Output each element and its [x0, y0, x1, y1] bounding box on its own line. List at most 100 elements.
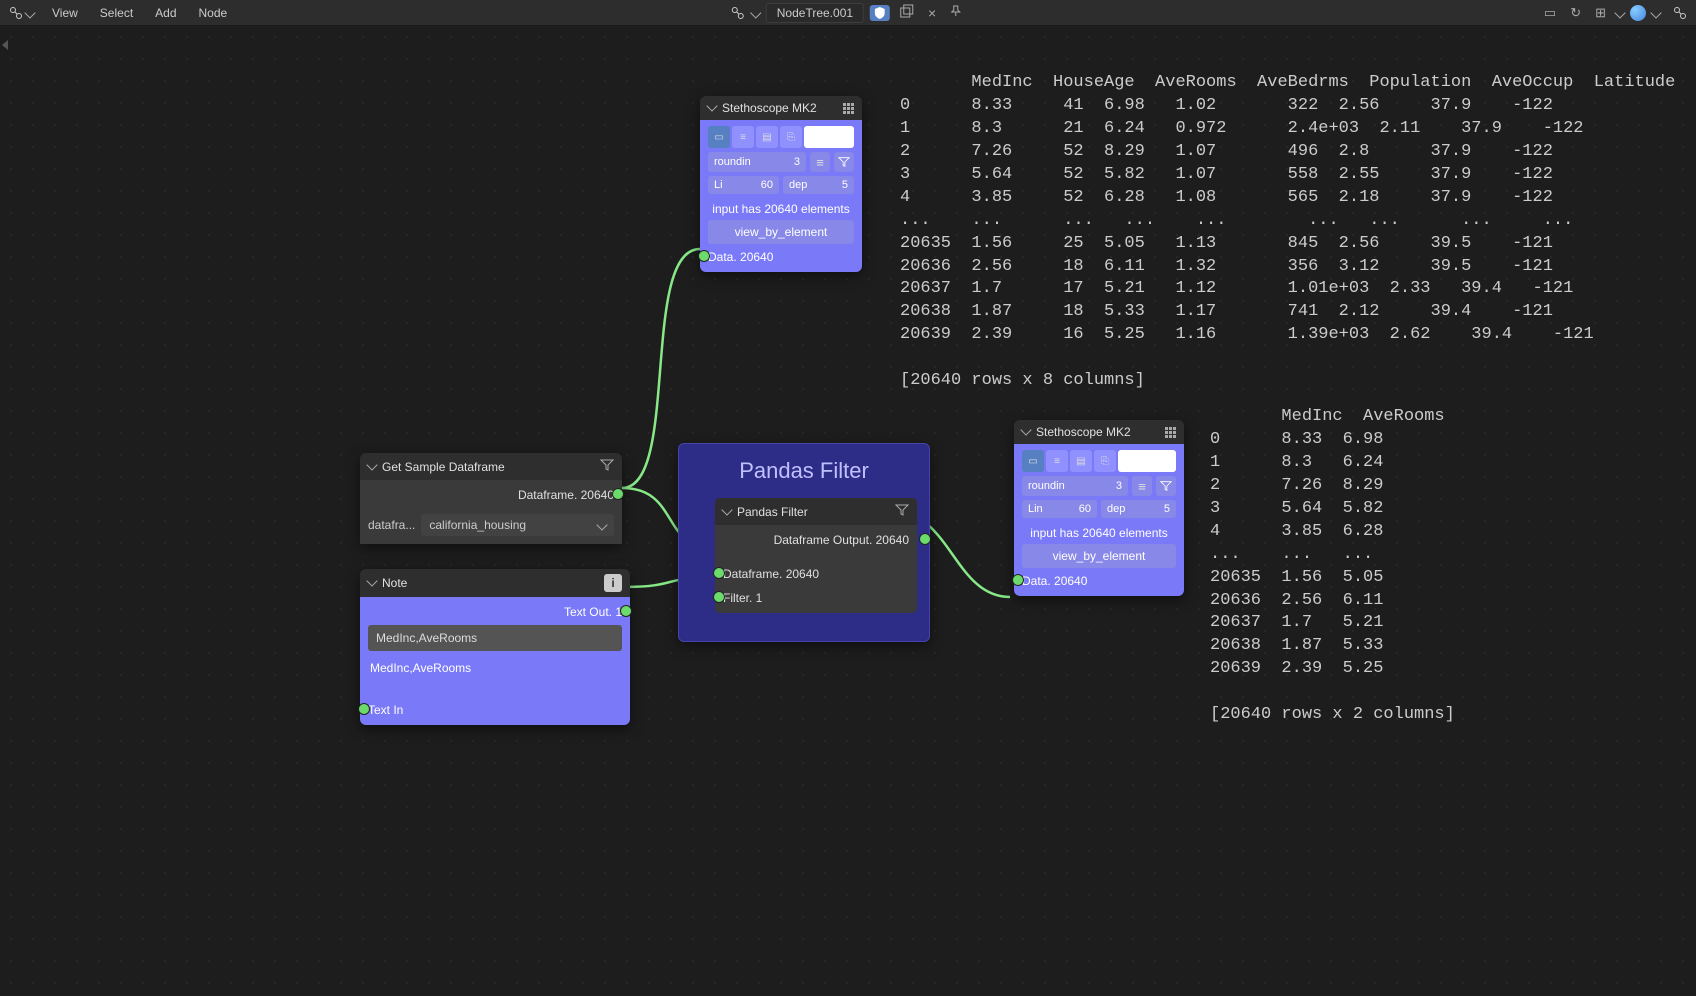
color-input[interactable] — [1118, 450, 1176, 472]
chevron-down-icon — [24, 7, 35, 18]
mode-panel-icon[interactable]: ▤ — [756, 126, 778, 148]
node-header[interactable]: Note i — [360, 569, 630, 597]
node-body: ▭ ≡ ▤ ⎘ roundin3 ≡ Lin60 dep5 input has … — [1014, 444, 1184, 596]
editor-type-dropdown[interactable] — [8, 5, 34, 21]
mode-list-icon[interactable]: ≡ — [732, 126, 754, 148]
node-frame-pandas-filter[interactable]: Pandas Filter Pandas Filter Dataframe Ou… — [678, 443, 930, 642]
node-header[interactable]: Get Sample Dataframe — [360, 453, 622, 480]
fake-user-shield[interactable] — [870, 5, 890, 21]
info-icon[interactable]: i — [604, 574, 622, 592]
mode-panel-icon[interactable]: ▤ — [1070, 450, 1092, 472]
menu-select[interactable]: Select — [90, 2, 143, 24]
input-socket-row: Dataframe. 20640 — [723, 565, 909, 583]
node-stethoscope-1[interactable]: Stethoscope MK2 ▭ ≡ ▤ ⎘ roundin3 ≡ Li60 … — [700, 96, 862, 272]
dataframe-overlay-1: MedInc HouseAge AveRooms AveBedrms Popul… — [900, 72, 1696, 393]
output-socket[interactable] — [919, 533, 931, 545]
input-socket-row: Data. 20640 — [1022, 572, 1176, 590]
chevron-down-icon[interactable] — [1650, 7, 1661, 18]
chevron-down-icon[interactable] — [366, 575, 377, 586]
pin-button[interactable] — [946, 3, 966, 22]
node-editor-icon — [8, 5, 24, 21]
filter-icon[interactable] — [895, 503, 909, 520]
depth-field[interactable]: dep5 — [783, 176, 854, 194]
mode-monitor-icon[interactable]: ▭ — [1022, 450, 1044, 472]
property-row: datafra... california_housing — [368, 512, 614, 538]
node-header[interactable]: Pandas Filter — [715, 498, 917, 525]
chevron-down-icon[interactable] — [750, 7, 761, 18]
input-label: Data. 20640 — [1022, 574, 1087, 588]
menu-node[interactable]: Node — [189, 2, 238, 24]
filter-icon[interactable] — [834, 152, 854, 172]
node-title: Get Sample Dataframe — [382, 460, 505, 474]
output-label: Dataframe Output. 20640 — [774, 533, 909, 547]
node-body: ▭ ≡ ▤ ⎘ roundin3 ≡ Li60 dep5 input has 2… — [700, 120, 862, 272]
mode-monitor-icon[interactable]: ▭ — [708, 126, 730, 148]
mode-link-icon[interactable]: ⎘ — [1094, 450, 1116, 472]
param-row: roundin3 ≡ — [1022, 476, 1176, 496]
input-label: Dataframe. 20640 — [723, 567, 819, 581]
output-label: Text Out. 1 — [564, 605, 622, 619]
select-tool-icon[interactable]: ▭ — [1540, 3, 1560, 23]
view-by-element-button[interactable]: view_by_element — [708, 220, 854, 244]
nodetree-name-field[interactable]: NodeTree.001 — [766, 3, 864, 23]
dropdown-value: california_housing — [429, 518, 526, 532]
info-text: input has 20640 elements — [708, 198, 854, 220]
node-editor-icon[interactable] — [1672, 5, 1688, 21]
lines-field[interactable]: Lin60 — [1022, 500, 1097, 518]
node-header[interactable]: Stethoscope MK2 — [1014, 420, 1184, 444]
filter-icon[interactable] — [1156, 476, 1176, 496]
node-pandas-filter[interactable]: Pandas Filter Dataframe Output. 20640 Da… — [715, 498, 917, 613]
grid-icon[interactable] — [1165, 427, 1176, 438]
roundin-field[interactable]: roundin3 — [1022, 476, 1128, 496]
input-label: Text In — [368, 703, 403, 717]
duplicate-icon — [900, 4, 914, 18]
output-socket[interactable] — [612, 488, 624, 500]
mode-list-icon[interactable]: ≡ — [1046, 450, 1068, 472]
input-socket[interactable] — [1012, 574, 1024, 586]
filter-icon[interactable] — [600, 458, 614, 475]
chevron-down-icon[interactable] — [1020, 424, 1031, 435]
input-socket[interactable] — [713, 591, 725, 603]
grid-icon[interactable] — [843, 103, 854, 114]
chevron-down-icon[interactable] — [721, 504, 732, 515]
frame-title: Pandas Filter — [679, 444, 929, 498]
refresh-icon[interactable]: ↻ — [1566, 3, 1585, 23]
output-socket-row: Text Out. 1 — [368, 603, 622, 621]
note-text-input[interactable]: MedInc,AveRooms — [368, 625, 622, 651]
output-socket[interactable] — [620, 605, 632, 617]
pin-icon — [950, 5, 962, 17]
depth-field[interactable]: dep5 — [1101, 500, 1176, 518]
node-get-sample-dataframe[interactable]: Get Sample Dataframe Dataframe. 20640 da… — [360, 453, 622, 544]
view-by-element-button[interactable]: view_by_element — [1022, 544, 1176, 568]
output-label: Dataframe. 20640 — [518, 488, 614, 502]
nodetree-icon — [730, 5, 746, 21]
roundin-field[interactable]: roundin3 — [708, 152, 806, 172]
shading-sphere-icon[interactable] — [1630, 5, 1646, 21]
snap-icon[interactable]: ⊞ — [1591, 3, 1610, 23]
new-nodetree-button[interactable] — [896, 2, 918, 23]
node-header[interactable]: Stethoscope MK2 — [700, 96, 862, 120]
unlink-button[interactable]: × — [924, 3, 940, 23]
chevron-down-icon[interactable] — [1614, 7, 1625, 18]
input-socket[interactable] — [713, 567, 725, 579]
input-socket-row: Text In — [368, 701, 622, 719]
dataframe-overlay-2: MedInc AveRooms 0 8.33 6.98 1 8.3 6.24 2… — [1210, 406, 1455, 727]
chevron-down-icon[interactable] — [366, 459, 377, 470]
align-icon[interactable]: ≡ — [810, 152, 830, 172]
node-title: Stethoscope MK2 — [722, 101, 817, 115]
input-socket[interactable] — [358, 703, 370, 715]
node-note[interactable]: Note i Text Out. 1 MedInc,AveRooms MedIn… — [360, 569, 630, 725]
color-input[interactable] — [804, 126, 854, 148]
align-icon[interactable]: ≡ — [1132, 476, 1152, 496]
node-canvas[interactable]: Get Sample Dataframe Dataframe. 20640 da… — [0, 26, 1696, 996]
mode-toolbar: ▭ ≡ ▤ ⎘ — [708, 126, 854, 148]
menu-add[interactable]: Add — [145, 2, 186, 24]
lines-field[interactable]: Li60 — [708, 176, 779, 194]
dataset-dropdown[interactable]: california_housing — [421, 514, 614, 536]
mode-link-icon[interactable]: ⎘ — [780, 126, 802, 148]
note-display: MedInc,AveRooms — [368, 655, 622, 681]
chevron-down-icon[interactable] — [706, 100, 717, 111]
menu-view[interactable]: View — [42, 2, 88, 24]
node-stethoscope-2[interactable]: Stethoscope MK2 ▭ ≡ ▤ ⎘ roundin3 ≡ Lin60… — [1014, 420, 1184, 596]
input-socket[interactable] — [698, 250, 710, 262]
